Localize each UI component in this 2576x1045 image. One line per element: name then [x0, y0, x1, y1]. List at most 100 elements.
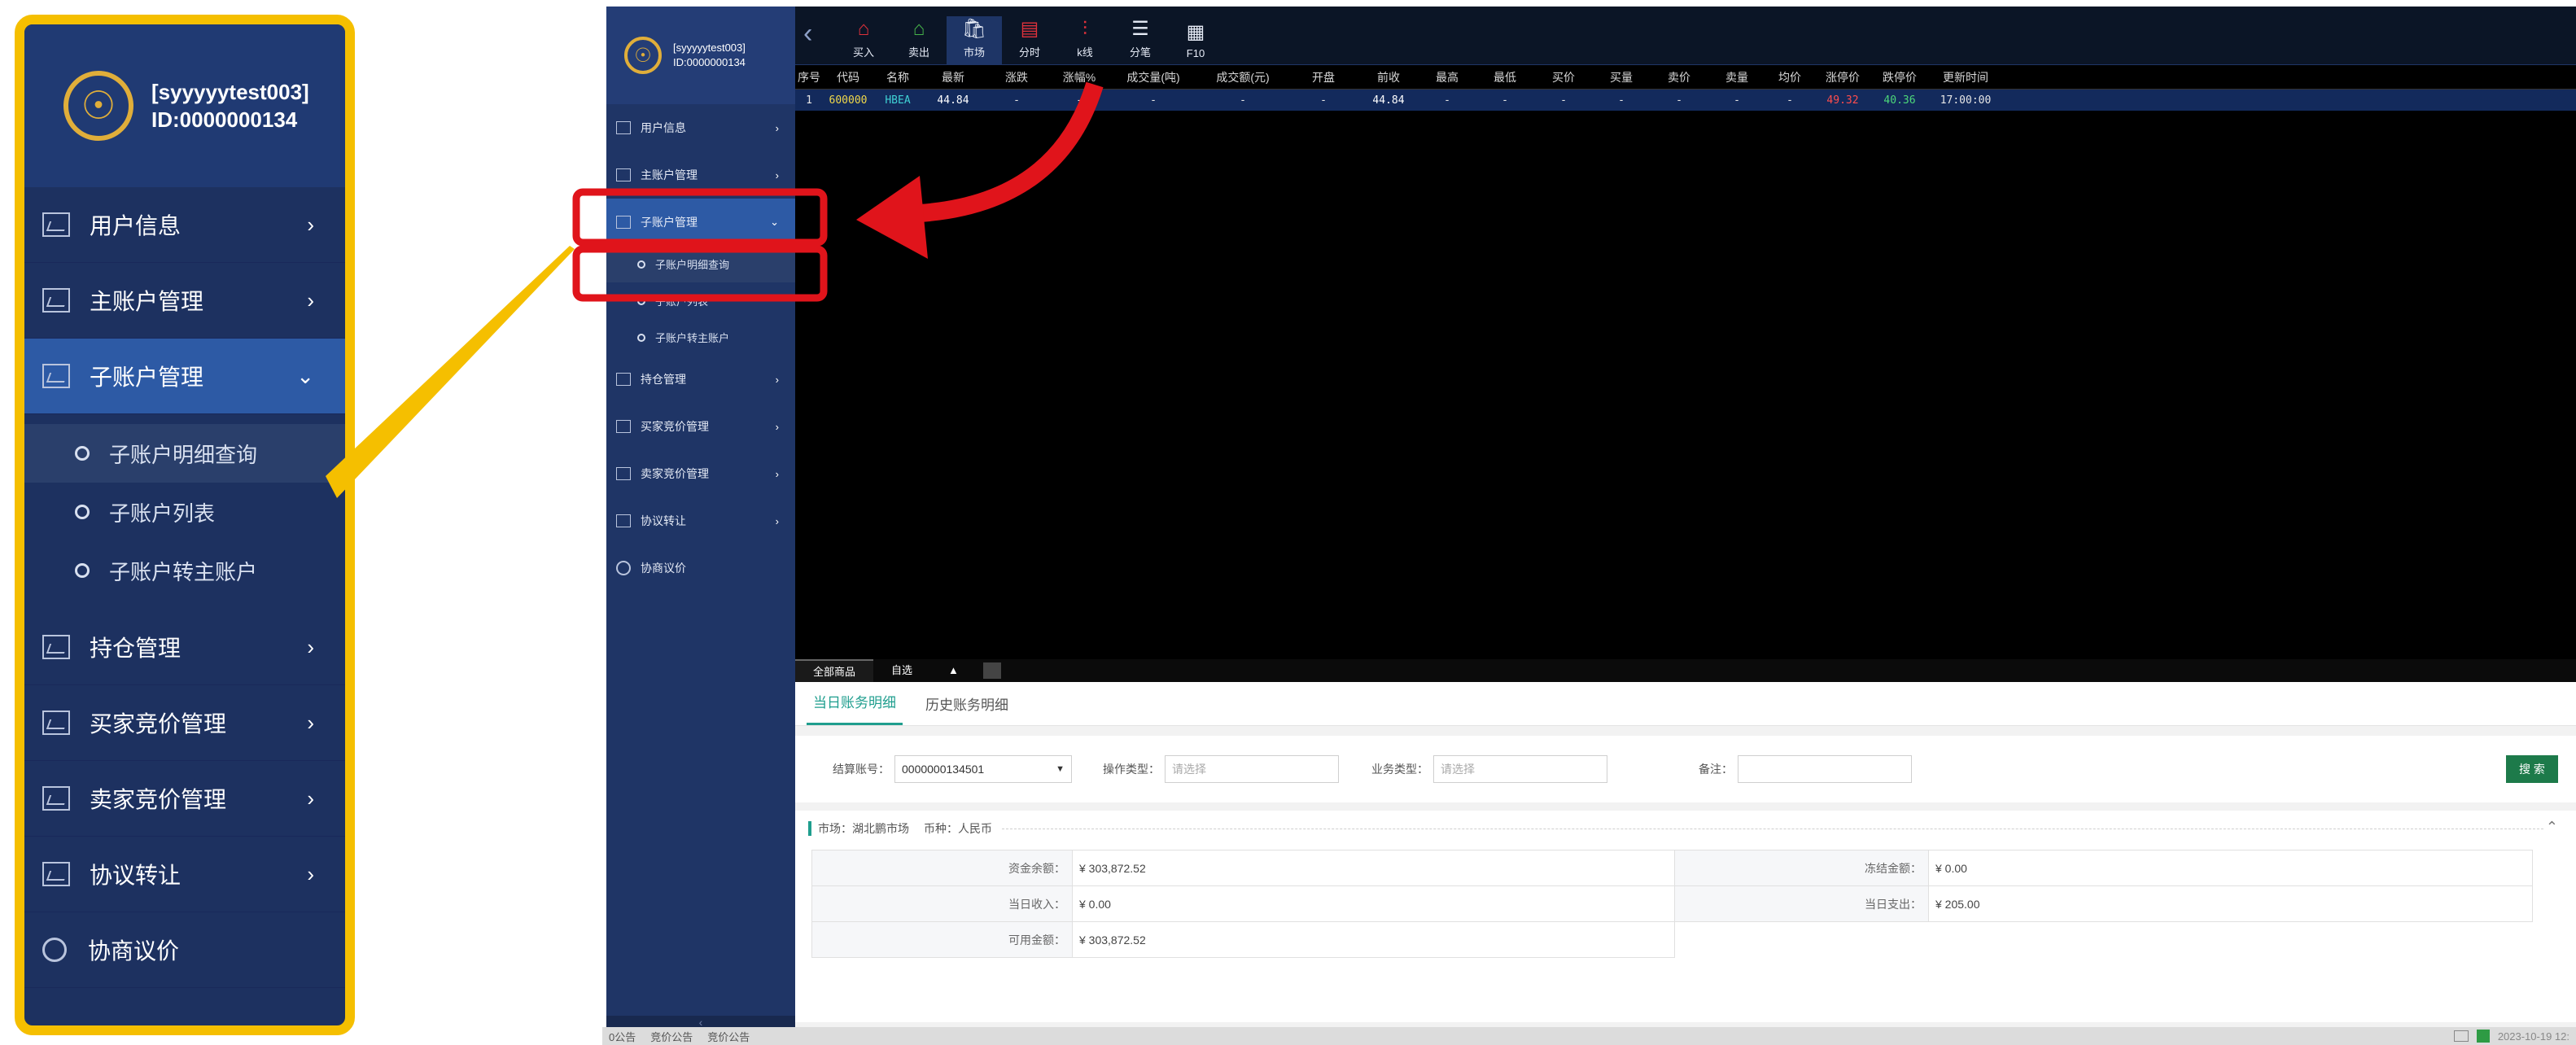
zoom-menu-main-account[interactable]: 主账户管理 ›: [24, 263, 345, 339]
title-accent-bar: [808, 821, 811, 836]
op-type-select[interactable]: 请选择: [1165, 755, 1339, 783]
zoom-submenu: 子账户明细查询 子账户列表 子账户转主账户: [24, 414, 345, 610]
table-cell: -: [1076, 94, 1082, 107]
zoom-menu-sub-account[interactable]: 子账户管理 ⌄: [24, 339, 345, 414]
intraday-button[interactable]: ▤ 分时: [1002, 16, 1057, 64]
image-icon: [616, 514, 631, 527]
chevron-right-icon: ›: [775, 420, 779, 433]
table-cell: -: [1240, 94, 1246, 107]
image-icon: [616, 373, 631, 386]
table-row: 资金余额： ¥ 303,872.52 冻结金额： ¥ 0.00: [811, 850, 2533, 886]
status-notice[interactable]: 竞价公告: [707, 1029, 750, 1044]
image-icon: [616, 420, 631, 433]
collapse-icon[interactable]: ⌃: [2546, 819, 2558, 836]
buy-button[interactable]: ⌂ 买入: [836, 16, 891, 64]
status-right: 2023-10-19 12:: [2453, 1030, 2569, 1043]
sidebar-username: [syyyyytest003]: [673, 42, 746, 54]
sell-button[interactable]: ⌂ 卖出: [891, 16, 947, 64]
tab-favorites[interactable]: 自选: [873, 659, 930, 682]
column-header[interactable]: 开盘: [1288, 69, 1358, 85]
column-header[interactable]: 涨停价: [1814, 69, 1871, 85]
note-input[interactable]: [1738, 755, 1912, 783]
op-type-label: 操作类型：: [1103, 763, 1160, 776]
main-content: ‹ ⌂ 买入 ⌂ 卖出 🛍 市场 ▤ 分时 ⫶ k线 ☰ 分笔 ▦ F10 序号 代码 名称 最新涨…: [795, 7, 2576, 1034]
sidebar-item-user-info[interactable]: 用户信息 ›: [606, 104, 795, 151]
table-cell: -: [1618, 94, 1625, 107]
image-icon: [616, 216, 631, 229]
status-notice[interactable]: 竞价公告: [650, 1029, 693, 1044]
sidebar-item-agreement-transfer[interactable]: 协议转让 ›: [606, 497, 795, 544]
sidebar-item-positions[interactable]: 持仓管理 ›: [606, 356, 795, 403]
biz-type-label: 业务类型：: [1371, 763, 1428, 776]
tab-expand-arrow-icon[interactable]: ▲: [930, 659, 977, 682]
market-label: 市场：湖北鹏市场: [818, 822, 909, 835]
zoom-menu-negotiation[interactable]: 协商议价: [24, 912, 345, 988]
circle-icon: [637, 260, 645, 269]
column-header[interactable]: 最低: [1476, 69, 1534, 85]
column-header[interactable]: 代码: [823, 69, 873, 85]
sidebar-item-main-account[interactable]: 主账户管理 ›: [606, 151, 795, 199]
column-header[interactable]: 跌停价: [1871, 69, 1928, 85]
ticks-button[interactable]: ☰ 分笔: [1113, 16, 1168, 64]
sidebar-item-sub-account[interactable]: 子账户管理 ⌄: [606, 199, 795, 246]
brand-logo-icon: ☉: [624, 37, 662, 74]
tab-history-ledger[interactable]: 历史账务明细: [919, 693, 1015, 725]
column-header[interactable]: 名称: [873, 69, 922, 85]
image-icon: [42, 862, 70, 886]
column-header[interactable]: 买量: [1593, 69, 1650, 85]
sidebar-subitem-transfer[interactable]: 子账户转主账户: [606, 319, 795, 356]
column-header[interactable]: 成交额(元): [1197, 69, 1288, 85]
balance-label: 资金余额：: [811, 850, 1073, 886]
column-header[interactable]: 最高: [1419, 69, 1476, 85]
account-select[interactable]: 0000000134501 ▼: [894, 755, 1072, 783]
market-button[interactable]: 🛍 市场: [947, 16, 1002, 64]
sidebar-item-seller-bidding[interactable]: 卖家竞价管理 ›: [606, 450, 795, 497]
frozen-label: 冻结金额：: [1674, 850, 1929, 886]
back-icon[interactable]: ‹: [803, 18, 836, 50]
tab-extra-button[interactable]: [982, 662, 1001, 679]
zoom-menu-buyer-bidding[interactable]: 买家竞价管理 ›: [24, 685, 345, 761]
column-header[interactable]: 涨跌: [984, 69, 1049, 85]
sidebar-subitem-detail-query[interactable]: 子账户明细查询: [606, 246, 795, 282]
column-header[interactable]: 买价: [1534, 69, 1593, 85]
table-cell: -: [1560, 94, 1567, 107]
column-header[interactable]: 前收: [1358, 69, 1419, 85]
quote-table-row[interactable]: 1 600000 HBEA 44.84 - - - - - 44.84 - - - - - - - 49.32 40…: [795, 90, 2576, 111]
column-header[interactable]: 成交量(吨): [1109, 69, 1197, 85]
frozen-value: ¥ 0.00: [1928, 850, 2533, 886]
chevron-right-icon: ›: [775, 467, 779, 480]
column-header[interactable]: 均价: [1765, 69, 1814, 85]
zoom-submenu-list[interactable]: 子账户列表: [24, 483, 345, 541]
sidebar-item-buyer-bidding[interactable]: 买家竞价管理 ›: [606, 403, 795, 450]
search-button[interactable]: 搜 索: [2506, 755, 2558, 783]
mail-icon[interactable]: [2453, 1030, 2469, 1042]
caret-down-icon: ▼: [1056, 764, 1065, 774]
available-value: ¥ 303,872.52: [1072, 921, 1675, 958]
zoom-submenu-detail-query[interactable]: 子账户明细查询: [24, 424, 345, 483]
zoom-user-id: ID:0000000134: [151, 107, 298, 132]
tab-all-commodities[interactable]: 全部商品: [795, 659, 874, 682]
column-header[interactable]: 更新时间: [1928, 69, 2003, 85]
filter-bar: 结算账号： 0000000134501 ▼ 操作类型： 请选择 业务类型： 请选…: [795, 736, 2576, 802]
zoom-submenu-transfer[interactable]: 子账户转主账户: [24, 541, 345, 600]
sidebar-item-negotiation[interactable]: 协商议价: [606, 544, 795, 592]
table-cell: -: [1734, 94, 1740, 107]
column-header[interactable]: 涨幅%: [1049, 69, 1109, 85]
note-label: 备注：: [1699, 763, 1733, 776]
sidebar-subitem-list[interactable]: 子账户列表: [606, 282, 795, 319]
tab-today-ledger[interactable]: 当日账务明细: [807, 691, 903, 725]
sidebar-user-info: [syyyyytest003] ID:0000000134: [673, 41, 746, 70]
f10-button[interactable]: ▦ F10: [1168, 20, 1223, 64]
ledger-tabs: 当日账务明细 历史账务明细: [795, 682, 2576, 726]
column-header[interactable]: 卖量: [1708, 69, 1765, 85]
kline-button[interactable]: ⫶ k线: [1057, 16, 1113, 64]
biz-type-select[interactable]: 请选择: [1433, 755, 1607, 783]
zoom-menu-agreement-transfer[interactable]: 协议转让 ›: [24, 837, 345, 912]
zoom-menu-seller-bidding[interactable]: 卖家竞价管理 ›: [24, 761, 345, 837]
column-header[interactable]: 序号: [795, 69, 823, 85]
column-header[interactable]: 卖价: [1650, 69, 1708, 85]
column-header[interactable]: 最新: [922, 69, 984, 85]
zoom-menu-user-info[interactable]: 用户信息 ›: [24, 187, 345, 263]
zoom-menu-positions[interactable]: 持仓管理 ›: [24, 610, 345, 685]
status-notice[interactable]: 0公告: [609, 1029, 636, 1044]
